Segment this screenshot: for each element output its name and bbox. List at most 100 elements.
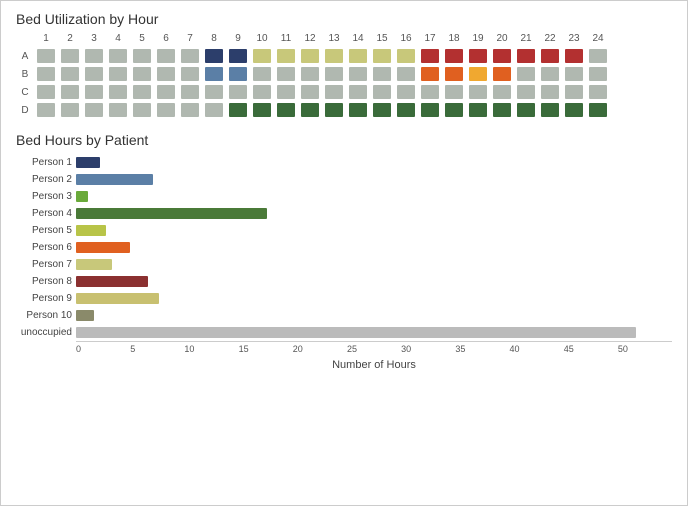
hour-header: 18 bbox=[442, 33, 466, 46]
bed-cell-D-7 bbox=[181, 103, 199, 117]
bar-0 bbox=[76, 157, 100, 168]
bar-7 bbox=[76, 276, 148, 287]
bed-cell-C-8 bbox=[205, 85, 223, 99]
bed-cell-C-20 bbox=[493, 85, 511, 99]
hour-header: 12 bbox=[298, 33, 322, 46]
bed-row-label-a: A bbox=[16, 48, 34, 64]
bed-cell-A-21 bbox=[517, 49, 535, 63]
bar-row-2 bbox=[76, 188, 672, 205]
bar-6 bbox=[76, 259, 112, 270]
bed-cell-C-7 bbox=[181, 85, 199, 99]
bar-row-0 bbox=[76, 154, 672, 171]
bed-cell-C-4 bbox=[109, 85, 127, 99]
bed-cell-A-18 bbox=[445, 49, 463, 63]
bed-cell-D-21 bbox=[517, 103, 535, 117]
bed-cell-B-13 bbox=[325, 67, 343, 81]
bar-2 bbox=[76, 191, 88, 202]
hour-header: 17 bbox=[418, 33, 442, 46]
bed-cell-A-23 bbox=[565, 49, 583, 63]
hour-header: 5 bbox=[130, 33, 154, 46]
bed-cell-C-11 bbox=[277, 85, 295, 99]
x-tick-45: 45 bbox=[564, 342, 618, 357]
bed-cell-C-22 bbox=[541, 85, 559, 99]
bed-cell-B-19 bbox=[469, 67, 487, 81]
bed-cell-B-3 bbox=[85, 67, 103, 81]
hour-header: 21 bbox=[514, 33, 538, 46]
bar-9 bbox=[76, 310, 94, 321]
bed-cell-B-22 bbox=[541, 67, 559, 81]
bar-8 bbox=[76, 293, 159, 304]
bed-cell-B-21 bbox=[517, 67, 535, 81]
x-tick-10: 10 bbox=[184, 342, 238, 357]
bed-cell-D-4 bbox=[109, 103, 127, 117]
bed-cell-D-20 bbox=[493, 103, 511, 117]
bars-wrapper bbox=[76, 154, 672, 341]
bed-utilization-section: Bed Utilization by Hour 1234567891011121… bbox=[16, 11, 672, 118]
bed-cell-D-18 bbox=[445, 103, 463, 117]
bed-cell-B-1 bbox=[37, 67, 55, 81]
bed-cell-B-4 bbox=[109, 67, 127, 81]
bed-cell-C-24 bbox=[589, 85, 607, 99]
bed-cell-B-18 bbox=[445, 67, 463, 81]
bar-row-3 bbox=[76, 205, 672, 222]
bed-cell-B-2 bbox=[61, 67, 79, 81]
bed-cell-B-6 bbox=[157, 67, 175, 81]
hour-header: 13 bbox=[322, 33, 346, 46]
bed-cell-C-12 bbox=[301, 85, 319, 99]
bed-cell-C-14 bbox=[349, 85, 367, 99]
bed-cell-C-13 bbox=[325, 85, 343, 99]
bed-cell-C-16 bbox=[397, 85, 415, 99]
bar-10 bbox=[76, 327, 636, 338]
bar-5 bbox=[76, 242, 130, 253]
bed-cell-B-14 bbox=[349, 67, 367, 81]
bed-cell-B-15 bbox=[373, 67, 391, 81]
bed-cell-C-1 bbox=[37, 85, 55, 99]
bar-label-5: Person 6 bbox=[16, 239, 76, 256]
bed-cell-C-17 bbox=[421, 85, 439, 99]
bed-cell-A-15 bbox=[373, 49, 391, 63]
bar-row-9 bbox=[76, 307, 672, 324]
bed-cell-B-17 bbox=[421, 67, 439, 81]
bed-cell-C-10 bbox=[253, 85, 271, 99]
bar-label-7: Person 8 bbox=[16, 273, 76, 290]
bed-cell-D-17 bbox=[421, 103, 439, 117]
bed-cell-C-9 bbox=[229, 85, 247, 99]
bed-cell-B-12 bbox=[301, 67, 319, 81]
bed-cell-A-1 bbox=[37, 49, 55, 63]
bar-row-8 bbox=[76, 290, 672, 307]
x-tick-15: 15 bbox=[239, 342, 293, 357]
hour-header: 8 bbox=[202, 33, 226, 46]
bar-label-1: Person 2 bbox=[16, 171, 76, 188]
bed-cell-A-10 bbox=[253, 49, 271, 63]
bed-cell-C-6 bbox=[157, 85, 175, 99]
bed-grid: 123456789101112131415161718192021222324A… bbox=[16, 33, 672, 118]
bed-cell-D-22 bbox=[541, 103, 559, 117]
x-tick-40: 40 bbox=[510, 342, 564, 357]
bar-chart-inner: 05101520253035404550 Number of Hours bbox=[76, 154, 672, 371]
hour-header: 24 bbox=[586, 33, 610, 46]
hour-header: 9 bbox=[226, 33, 250, 46]
hour-header: 23 bbox=[562, 33, 586, 46]
bed-cell-C-23 bbox=[565, 85, 583, 99]
bed-cell-A-24 bbox=[589, 49, 607, 63]
bed-cell-C-5 bbox=[133, 85, 151, 99]
bar-row-1 bbox=[76, 171, 672, 188]
bar-row-4 bbox=[76, 222, 672, 239]
bed-cell-A-16 bbox=[397, 49, 415, 63]
bed-cell-B-11 bbox=[277, 67, 295, 81]
bed-cell-A-5 bbox=[133, 49, 151, 63]
bed-cell-A-17 bbox=[421, 49, 439, 63]
x-tick-5: 5 bbox=[130, 342, 184, 357]
bed-cell-C-19 bbox=[469, 85, 487, 99]
x-tick-50: 50 bbox=[618, 342, 672, 357]
bed-cell-B-24 bbox=[589, 67, 607, 81]
bed-cell-D-24 bbox=[589, 103, 607, 117]
bed-cell-B-16 bbox=[397, 67, 415, 81]
bed-cell-A-12 bbox=[301, 49, 319, 63]
bed-cell-D-6 bbox=[157, 103, 175, 117]
bed-cell-D-16 bbox=[397, 103, 415, 117]
bar-label-3: Person 4 bbox=[16, 205, 76, 222]
bed-cell-C-21 bbox=[517, 85, 535, 99]
bar-row-10 bbox=[76, 324, 672, 341]
bar-row-6 bbox=[76, 256, 672, 273]
